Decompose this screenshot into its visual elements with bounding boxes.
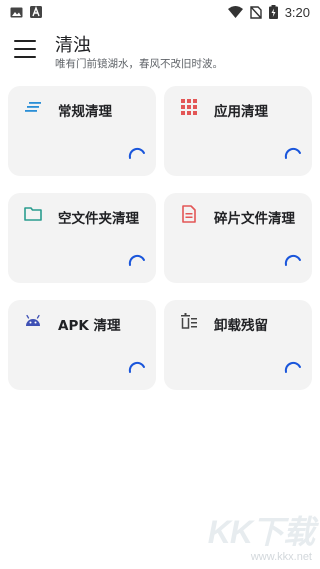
loading-spinner [128, 254, 145, 266]
loading-spinner [284, 147, 301, 159]
card-regular-clean[interactable]: 常规清理 [8, 86, 156, 176]
card-label: APK 清理 [58, 318, 121, 334]
loading-spinner [128, 147, 145, 159]
watermark-url: www.kkx.net [250, 551, 312, 563]
loading-spinner [128, 361, 145, 373]
wifi-icon [227, 6, 243, 18]
card-label: 空文件夹清理 [58, 211, 139, 227]
battery-charging-icon [268, 5, 278, 19]
lines-icon [25, 102, 41, 112]
card-label: 碎片文件清理 [214, 211, 295, 227]
card-label: 卸载残留 [214, 318, 268, 334]
no-sim-icon [249, 5, 262, 19]
page-subtitle: 唯有门前镜湖水，春风不改旧时波。 [55, 58, 223, 70]
card-label: 应用清理 [214, 104, 268, 120]
card-fragment-file-clean[interactable]: 碎片文件清理 [164, 193, 312, 283]
loading-spinner [284, 361, 301, 373]
card-label: 常规清理 [58, 104, 112, 120]
status-bar: 3:20 [0, 0, 320, 24]
status-left [10, 6, 42, 18]
watermark: KK下载 www.kkx.net [194, 503, 315, 565]
card-uninstall-residue[interactable]: 卸载残留 [164, 300, 312, 390]
menu-icon[interactable] [14, 40, 36, 58]
card-apk-clean[interactable]: APK 清理 [8, 300, 156, 390]
android-icon [26, 314, 40, 326]
status-time: 3:20 [284, 4, 310, 20]
grid-icon [181, 99, 197, 115]
document-icon [182, 205, 196, 223]
trash-list-icon [181, 313, 197, 329]
app-header: 清浊 唯有门前镜湖水，春风不改旧时波。 [0, 28, 320, 76]
gallery-icon [10, 7, 23, 17]
card-app-clean[interactable]: 应用清理 [164, 86, 312, 176]
folder-icon [24, 207, 42, 221]
page-title: 清浊 [55, 35, 91, 56]
card-empty-folder-clean[interactable]: 空文件夹清理 [8, 193, 156, 283]
status-right: 3:20 [227, 4, 310, 20]
watermark-text: KK下载 [207, 514, 315, 550]
loading-spinner [284, 254, 301, 266]
a-notification-icon [30, 6, 42, 18]
